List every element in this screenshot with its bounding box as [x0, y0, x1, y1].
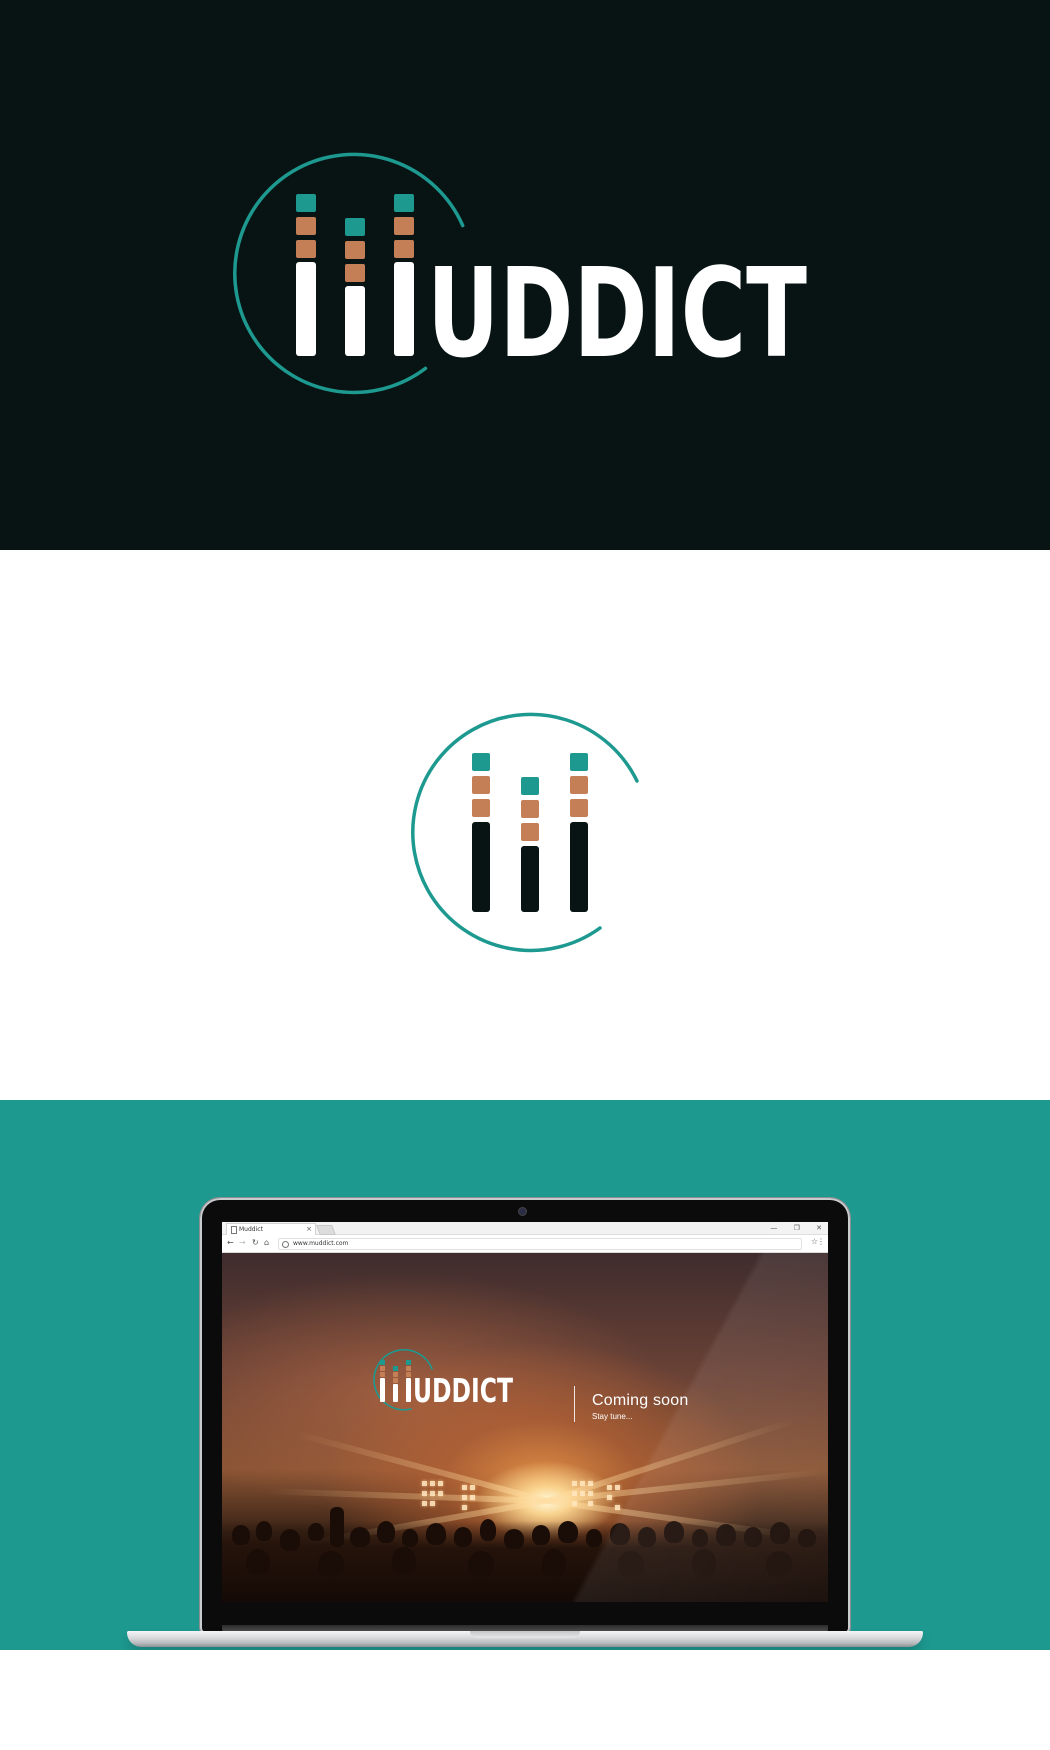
webpage-divider	[574, 1386, 575, 1422]
webpage-hero: UDDICT Coming soon Stay tune...	[222, 1253, 828, 1602]
restore-icon[interactable]: ❐	[794, 1224, 800, 1232]
logo-icon-light	[411, 712, 639, 953]
laptop-base	[127, 1631, 923, 1647]
webcam-icon	[519, 1208, 526, 1215]
info-icon[interactable]	[282, 1241, 289, 1248]
browser-tab-bar: Muddict × — ❐ ✕	[222, 1222, 828, 1235]
url-text: www.muddict.com	[293, 1240, 349, 1247]
home-icon[interactable]: ⌂	[264, 1238, 269, 1247]
logo-wordmark: UDDICT	[427, 243, 807, 386]
logo-equalizer-icon	[296, 194, 414, 356]
stay-tune-subtitle: Stay tune...	[592, 1412, 633, 1421]
new-tab-button[interactable]	[316, 1225, 336, 1235]
tab-close-icon[interactable]: ×	[306, 1224, 312, 1235]
logo-horizontal-dark: UDDICT	[233, 152, 807, 395]
back-arrow-icon[interactable]: ←	[227, 1238, 234, 1247]
laptop-lid: Muddict × — ❐ ✕ ← → ↻ ⌂ www.muddict.com	[200, 1198, 850, 1634]
webpage-wordmark: UDDICT	[413, 1371, 513, 1410]
address-bar[interactable]: www.muddict.com	[278, 1238, 802, 1250]
laptop-mockup-panel: Muddict × — ❐ ✕ ← → ↻ ⌂ www.muddict.com	[0, 1100, 1050, 1650]
browser-tab[interactable]: Muddict ×	[226, 1223, 316, 1235]
minimize-icon[interactable]: —	[770, 1224, 777, 1232]
window-controls: — ❐ ✕	[756, 1222, 822, 1234]
coming-soon-heading: Coming soon	[592, 1392, 689, 1409]
browser-toolbar: ← → ↻ ⌂ www.muddict.com ☆ ⋮	[222, 1235, 828, 1253]
reload-icon[interactable]: ↻	[252, 1238, 259, 1247]
dark-logo-panel: UDDICT	[0, 0, 1050, 550]
close-icon[interactable]: ✕	[816, 1224, 822, 1232]
webpage-logo: UDDICT	[373, 1349, 513, 1411]
stage-lights	[422, 1479, 622, 1519]
forward-arrow-icon[interactable]: →	[239, 1238, 246, 1247]
tab-title: Muddict	[239, 1226, 263, 1233]
white-icon-panel	[0, 550, 1050, 1100]
crowd-silhouette	[222, 1507, 828, 1602]
laptop-notch	[470, 1631, 580, 1638]
icon-equalizer	[472, 753, 588, 912]
laptop-screen: Muddict × — ❐ ✕ ← → ↻ ⌂ www.muddict.com	[222, 1222, 828, 1602]
browser-menu-icon[interactable]: ⋮	[817, 1237, 825, 1246]
page-icon	[231, 1226, 237, 1234]
